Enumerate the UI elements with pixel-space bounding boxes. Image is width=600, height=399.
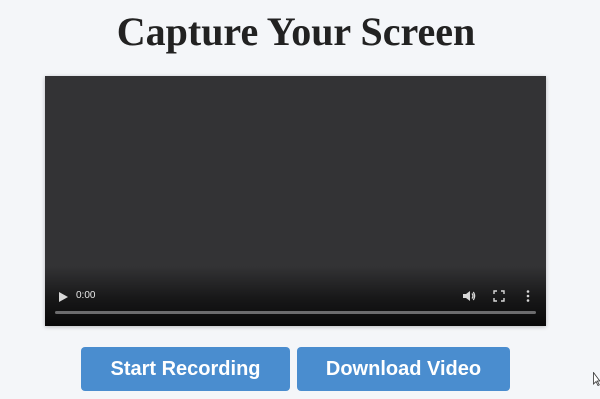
video-player[interactable]: 0:00	[45, 76, 546, 326]
video-controls: 0:00	[45, 276, 546, 326]
mouse-cursor-icon	[593, 372, 600, 386]
volume-icon[interactable]	[462, 289, 476, 303]
page: Capture Your Screen 0:00 Start Recording…	[0, 0, 600, 399]
video-progress-bar[interactable]	[55, 311, 536, 314]
download-video-button[interactable]: Download Video	[297, 347, 510, 391]
fullscreen-icon[interactable]	[493, 290, 505, 302]
page-title: Capture Your Screen	[116, 9, 476, 54]
play-icon[interactable]	[57, 291, 69, 303]
video-current-time: 0:00	[76, 290, 96, 301]
start-recording-button[interactable]: Start Recording	[81, 347, 290, 391]
more-options-icon[interactable]	[524, 289, 532, 303]
